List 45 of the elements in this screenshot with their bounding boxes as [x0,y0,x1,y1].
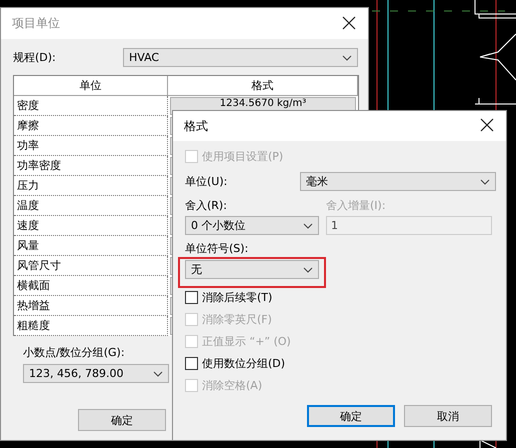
table-cell[interactable]: 热增益 [14,296,168,316]
window-title: 项目单位 [12,15,60,32]
unit-dropdown[interactable]: 毫米 [300,172,496,191]
rounding-increment-label: 舍入增量(I): [326,198,386,213]
table-cell[interactable]: 风管尺寸 [14,256,168,276]
ok-button[interactable]: 确定 [78,409,166,431]
cancel-button[interactable]: 取消 [404,405,492,427]
table-cell[interactable]: 速度 [14,216,168,236]
column-header: 格式 [168,76,358,96]
caret-icon [303,222,313,228]
discipline-dropdown[interactable]: HVAC [123,48,358,67]
unit-symbol-dropdown[interactable]: 无 [185,260,319,279]
caret-icon [342,54,352,60]
rounding-label: 舍入(R): [185,198,228,213]
rounding-dropdown[interactable]: 0 个小数位 [185,216,319,235]
table-cell[interactable]: 粗糙度 [14,316,168,336]
caret-icon [303,266,313,272]
unit-symbol-label: 单位符号(S): [185,241,248,256]
checkbox-label: 消除后续零(T) [202,290,272,305]
window-title: 格式 [184,118,208,134]
checkbox-label: 使用项目设置(P) [202,149,284,164]
checkbox-label: 使用数位分组(D) [202,356,286,371]
table-cell[interactable]: 功率 [14,136,168,156]
caret-icon [480,178,490,184]
close-icon[interactable] [480,118,496,134]
caret-icon [153,370,163,376]
table-cell[interactable]: 压力 [14,176,168,196]
decimal-grouping-label: 小数点/数位分组(G): [23,345,125,360]
table-cell[interactable]: 功率密度 [14,156,168,176]
table-cell[interactable]: 摩擦 [14,116,168,136]
ok-button[interactable]: 确定 [307,405,395,427]
table-cell[interactable]: 温度 [14,196,168,216]
checkbox-label: 消除零英尺(F) [202,312,272,327]
table-cell[interactable]: 密度 [14,96,168,116]
close-icon[interactable] [342,16,358,32]
checkbox-label: 正值显示 “+” (O) [202,334,291,349]
unit-label: 单位(U): [185,174,228,189]
checkbox[interactable] [185,291,198,304]
checkbox[interactable] [185,357,198,370]
table-cell[interactable]: 横截面 [14,276,168,296]
column-header: 单位 [14,76,168,96]
discipline-label: 规程(D): [13,50,57,65]
checkbox-label: 消除空格(A) [202,378,262,393]
decimal-grouping-dropdown[interactable]: 123, 456, 789.00 [23,364,169,383]
table-cell[interactable]: 风量 [14,236,168,256]
